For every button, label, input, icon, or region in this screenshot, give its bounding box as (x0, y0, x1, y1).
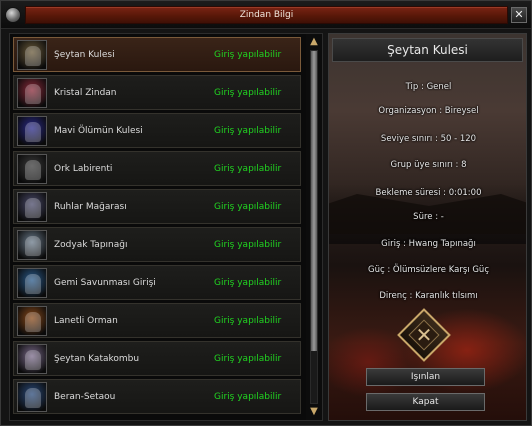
thumb-figure (25, 84, 41, 104)
entry-status: Giriş yapılabilir (214, 50, 282, 60)
thumb-figure (25, 236, 41, 256)
entry-status: Giriş yapılabilir (214, 240, 282, 250)
dungeon-name: Ork Labirenti (54, 164, 113, 174)
orc-icon (17, 154, 47, 184)
scroll-down-arrow-icon[interactable]: ▼ (308, 406, 320, 418)
entry-status: Giriş yapılabilir (214, 202, 282, 212)
dungeon-name: Kristal Zindan (54, 88, 117, 98)
thumb-figure (25, 198, 41, 218)
dungeon-detail-panel: Şeytan Kulesi Tip : Genel Organizasyon :… (328, 33, 527, 421)
teleport-button[interactable]: Işınlan (366, 368, 485, 386)
spirit-icon (17, 192, 47, 222)
entry-status: Giriş yapılabilir (214, 392, 282, 402)
title-bar[interactable]: Zindan Bilgi ✕ (1, 1, 531, 29)
entry-status: Giriş yapılabilir (214, 316, 282, 326)
sea-serpent-icon (17, 268, 47, 298)
dungeon-name: Zodyak Tapınağı (54, 240, 128, 250)
dungeon-list-item[interactable]: Lanetli Orman Giriş yapılabilir (13, 303, 301, 338)
dungeon-list-item[interactable]: Mavi Ölümün Kulesi Giriş yapılabilir (13, 113, 301, 148)
entry-status: Giriş yapılabilir (214, 164, 282, 174)
blue-death-icon (17, 116, 47, 146)
entry-status: Giriş yapılabilir (214, 354, 282, 364)
thumb-figure (25, 312, 41, 332)
detail-header: Şeytan Kulesi (332, 38, 523, 62)
info-level-limit: Seviye sınırı : 50 - 120 (380, 134, 477, 144)
dungeon-name: Lanetli Orman (54, 316, 118, 326)
dungeon-list-item[interactable]: Şeytan Katakombu Giriş yapılabilir (13, 341, 301, 376)
info-power: Güç : Ölümsüzlere Karşı Güç (367, 265, 489, 275)
info-cooldown: Bekleme süresi : 0:01:00 (375, 188, 482, 198)
close-button[interactable]: Kapat (366, 393, 485, 411)
dungeon-info-window: Zindan Bilgi ✕ Şeytan Kulesi Giriş yapıla… (0, 0, 532, 426)
title-plate: Zindan Bilgi (25, 6, 508, 24)
dungeon-list-item[interactable]: Ork Labirenti Giriş yapılabilir (13, 151, 301, 186)
entry-status: Giriş yapılabilir (214, 126, 282, 136)
dungeon-name: Gemi Savunması Girişi (54, 278, 156, 288)
tower-demon-icon (17, 40, 47, 70)
dungeon-list-item[interactable]: Ruhlar Mağarası Giriş yapılabilir (13, 189, 301, 224)
info-organization: Organizasyon : Bireysel (378, 106, 479, 116)
dungeon-name: Ruhlar Mağarası (54, 202, 127, 212)
scroll-thumb[interactable] (311, 51, 317, 351)
thumb-figure (25, 274, 41, 294)
dungeon-name: Şeytan Katakombu (54, 354, 140, 364)
zodiac-icon (17, 230, 47, 260)
dragon-icon (17, 382, 47, 412)
thumb-figure (25, 388, 41, 408)
info-entrance: Giriş : Hwang Tapınağı (381, 239, 476, 249)
entry-status: Giriş yapılabilir (214, 88, 282, 98)
list-scrollbar[interactable]: ▲ ▼ (306, 34, 322, 420)
detail-title: Şeytan Kulesi (387, 43, 468, 57)
entry-status: Giriş yapılabilir (214, 278, 282, 288)
thumb-figure (25, 46, 41, 66)
dungeon-list: Şeytan Kulesi Giriş yapılabilir Kristal Zi… (9, 33, 323, 421)
dungeon-list-item[interactable]: Beran-Setaou Giriş yapılabilir (13, 379, 301, 414)
window-title: Zindan Bilgi (239, 10, 294, 20)
info-type: Tip : Genel (405, 82, 452, 92)
cursed-forest-icon (17, 306, 47, 336)
info-party-limit: Grup üye sınırı : 8 (390, 160, 467, 170)
window-orb-icon (5, 7, 21, 23)
catacomb-icon (17, 344, 47, 374)
scroll-track[interactable] (310, 50, 318, 404)
scroll-up-arrow-icon[interactable]: ▲ (308, 36, 320, 48)
thumb-figure (25, 350, 41, 370)
dungeon-list-item[interactable]: Şeytan Kulesi Giriş yapılabilir (13, 37, 301, 72)
thumb-figure (25, 122, 41, 142)
dungeon-name: Mavi Ölümün Kulesi (54, 126, 143, 136)
info-resistance: Direnç : Karanlık tılsımı (379, 291, 478, 301)
thumb-figure (25, 160, 41, 180)
dungeon-name: Beran-Setaou (54, 392, 116, 402)
dungeon-list-item[interactable]: Zodyak Tapınağı Giriş yapılabilir (13, 227, 301, 262)
crossed-swords-icon: ✕ (415, 323, 433, 347)
crystal-monster-icon (17, 78, 47, 108)
dungeon-list-item[interactable]: Kristal Zindan Giriş yapılabilir (13, 75, 301, 110)
dungeon-list-item[interactable]: Gemi Savunması Girişi Giriş yapılabilir (13, 265, 301, 300)
info-duration: Süre : - (413, 212, 444, 222)
close-window-button[interactable]: ✕ (511, 7, 527, 23)
dungeon-name: Şeytan Kulesi (54, 50, 115, 60)
